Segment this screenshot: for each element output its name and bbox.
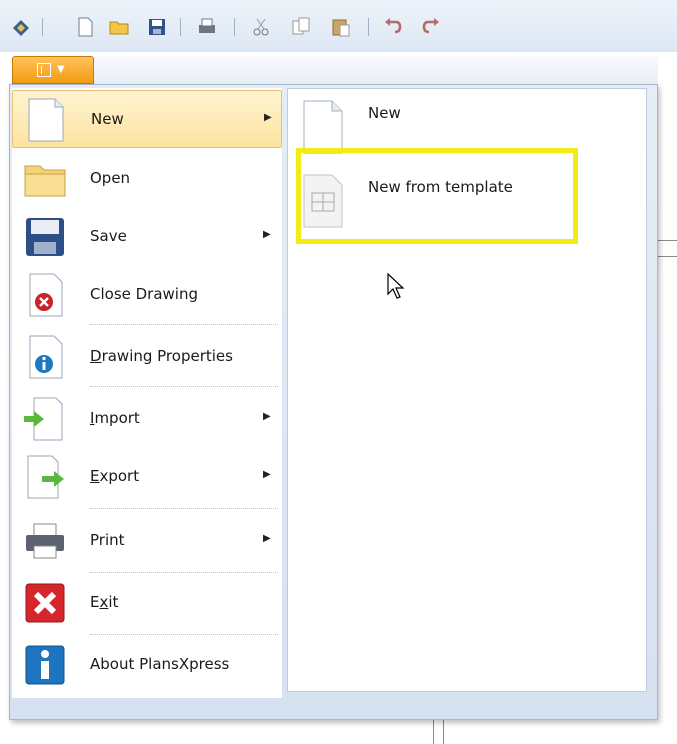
menu-item-label: About PlansXpress <box>90 655 230 673</box>
menu-item-open[interactable]: Open <box>12 150 282 208</box>
highlight-box <box>296 148 578 244</box>
app-menu-button[interactable]: ▼ <box>12 56 94 84</box>
submenu-arrow-icon: ▶ <box>263 411 271 422</box>
about-icon <box>25 645 65 685</box>
menu-item-label: Exit <box>90 593 119 611</box>
app-logo-icon[interactable] <box>10 16 32 38</box>
folder-icon <box>24 165 66 197</box>
menu-item-label: Save <box>90 227 127 245</box>
new-document-icon <box>28 98 64 142</box>
menu-item-label: Open <box>90 169 131 187</box>
menu-item-import[interactable]: Import ▶ <box>12 390 282 448</box>
menu-divider <box>90 572 278 573</box>
toolbar-separator <box>234 18 235 36</box>
submenu-arrow-icon: ▶ <box>263 469 271 480</box>
redo-icon[interactable] <box>420 16 442 38</box>
menu-item-label: Import <box>90 409 140 427</box>
menu-item-exit[interactable]: Exit <box>12 574 282 632</box>
menu-item-label: Export <box>90 467 140 485</box>
blank-page-icon <box>303 100 343 154</box>
undo-icon[interactable] <box>382 16 404 38</box>
app-menu-icon <box>37 63 51 77</box>
menu-divider <box>90 634 278 635</box>
menu-item-export[interactable]: Export ▶ <box>12 448 282 506</box>
export-icon <box>27 455 64 499</box>
submenu-item-label: New <box>368 104 401 122</box>
menu-divider <box>90 324 278 325</box>
drawing-line <box>443 720 444 744</box>
menu-item-new[interactable]: New ▶ <box>12 90 282 148</box>
toolbar-separator <box>368 18 369 36</box>
submenu-arrow-icon: ▶ <box>263 229 271 240</box>
menu-item-print[interactable]: Print ▶ <box>12 512 282 570</box>
new-document-icon[interactable] <box>74 16 96 38</box>
copy-icon[interactable] <box>290 16 312 38</box>
printer-icon <box>26 523 64 559</box>
save-icon <box>26 218 64 256</box>
open-folder-icon[interactable] <box>108 16 130 38</box>
cut-icon[interactable] <box>250 16 272 38</box>
close-drawing-icon <box>29 273 63 317</box>
menu-item-drawing-properties[interactable]: Drawing Properties <box>12 328 282 386</box>
menu-item-close-drawing[interactable]: Close Drawing <box>12 266 282 324</box>
ribbon-tab-strip <box>94 56 658 87</box>
menu-item-label: Drawing Properties <box>90 347 233 365</box>
mouse-cursor-icon <box>387 272 405 299</box>
quick-access-toolbar <box>0 0 677 52</box>
menu-item-label: Print <box>90 531 125 549</box>
print-icon[interactable] <box>196 16 218 38</box>
import-icon <box>24 397 63 441</box>
save-icon[interactable] <box>146 16 168 38</box>
menu-commands-panel: New ▶ Open Save ▶ Close Drawing Drawing … <box>12 88 282 698</box>
submenu-arrow-icon: ▶ <box>263 533 271 544</box>
toolbar-separator <box>42 18 43 36</box>
menu-item-about[interactable]: About PlansXpress <box>12 636 282 694</box>
menu-item-label: New <box>91 110 124 128</box>
toolbar-separator <box>180 18 181 36</box>
info-document-icon <box>29 335 63 379</box>
paste-icon[interactable] <box>330 16 352 38</box>
chevron-down-icon: ▼ <box>57 64 65 75</box>
menu-item-label: Close Drawing <box>90 285 199 303</box>
exit-icon <box>25 583 65 623</box>
menu-divider <box>90 386 278 387</box>
submenu-arrow-icon: ▶ <box>264 112 272 123</box>
menu-divider <box>90 508 278 509</box>
drawing-line <box>433 720 434 744</box>
menu-item-save[interactable]: Save ▶ <box>12 208 282 266</box>
